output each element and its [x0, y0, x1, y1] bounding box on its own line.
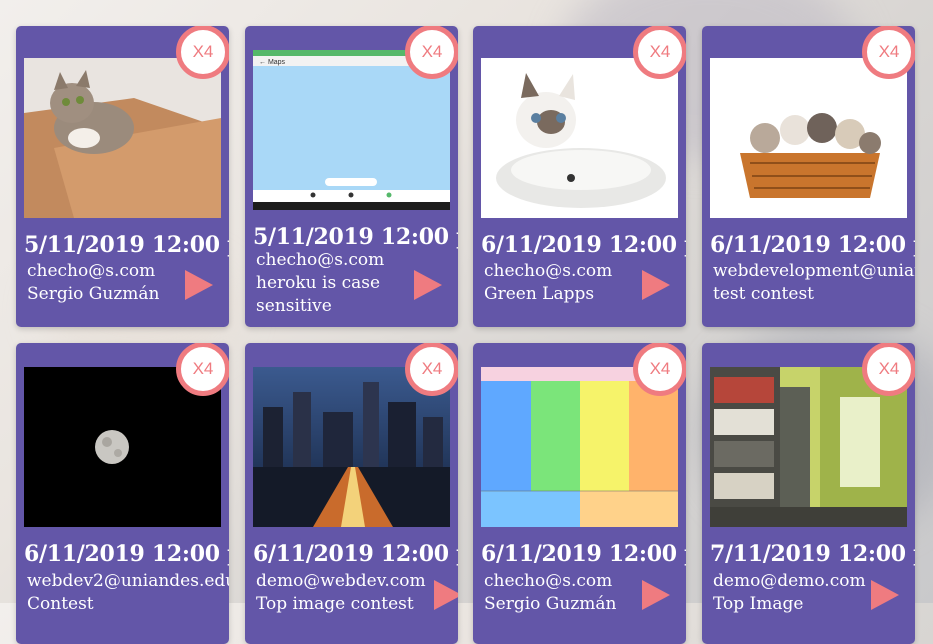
contest-date: 7/11/2019 12:00 pm	[710, 541, 915, 567]
multiplier-badge: X4	[176, 343, 229, 396]
multiplier-badge: X4	[405, 343, 458, 396]
contest-grid: X4 5/11/2019 12:00 pm checho@s.com Sergi…	[16, 26, 916, 644]
contest-title: Contest	[27, 594, 94, 614]
contest-email: demo@webdev.com	[256, 571, 426, 591]
play-icon[interactable]	[871, 580, 899, 610]
play-icon[interactable]	[642, 270, 670, 300]
contest-email: checho@s.com	[256, 250, 385, 270]
contest-card[interactable]: X4 6/11/2019 12:00 pm checho@s.com Green…	[473, 26, 686, 327]
kitten-on-rug-image	[24, 58, 221, 218]
contest-card[interactable]: X4 6/11/2019 12:00 pm checho@s.com Sergi…	[473, 343, 686, 644]
svg-text:← Maps: ← Maps	[259, 59, 286, 66]
multiplier-badge: X4	[862, 343, 915, 396]
play-icon[interactable]	[434, 580, 458, 610]
contest-date: 6/11/2019 12:00 pm	[481, 232, 686, 258]
multiplier-badge: X4	[405, 26, 458, 79]
contest-date: 6/11/2019 12:00 pm	[253, 541, 458, 567]
contest-card[interactable]: X4 6/11/2019 12:00 pm webdev2@uniandes.e…	[16, 343, 229, 644]
contest-card[interactable]: X4 6/11/2019 12:00 pm demo@webdev.com To…	[245, 343, 458, 644]
contest-card[interactable]: X4 7/11/2019 12:00 pm demo@demo.com Top …	[702, 343, 915, 644]
play-icon[interactable]	[414, 270, 442, 300]
contest-card[interactable]: X4 6/11/2019 12:00 pm webdevelopment@uni…	[702, 26, 915, 327]
play-icon[interactable]	[185, 270, 213, 300]
contest-email: webdevelopment@uniandes.edu.co	[713, 261, 915, 281]
multiplier-badge: X4	[176, 26, 229, 79]
contest-title: test contest	[713, 284, 815, 304]
contest-date: 6/11/2019 12:00 pm	[481, 541, 686, 567]
contest-thumbnail[interactable]	[481, 58, 678, 218]
multiplier-badge: X4	[862, 26, 915, 79]
contest-date: 6/11/2019 12:00 pm	[24, 541, 229, 567]
contest-date: 6/11/2019 12:00 pm	[710, 232, 915, 258]
contest-title: heroku is case sensitive	[256, 273, 381, 316]
kittens-in-basket-image	[710, 58, 907, 218]
contest-title: Top image contest	[256, 594, 414, 614]
contest-thumbnail[interactable]	[710, 58, 907, 218]
play-icon[interactable]	[642, 580, 670, 610]
contest-card[interactable]: X4 5/11/2019 12:00 pm checho@s.com Sergi…	[16, 26, 229, 327]
contest-email: webdev2@uniandes.edu.co	[27, 571, 229, 591]
multiplier-badge: X4	[633, 26, 686, 79]
multiplier-badge: X4	[633, 343, 686, 396]
contest-card[interactable]: ← Maps X4 5/11/2019 12:00 pm checho@s.co…	[245, 26, 458, 327]
kitten-in-shoe-image	[481, 58, 678, 218]
contest-thumbnail[interactable]	[24, 58, 221, 218]
contest-date: 5/11/2019 12:00 pm	[24, 232, 229, 258]
contest-date: 5/11/2019 12:00 pm	[253, 224, 458, 250]
